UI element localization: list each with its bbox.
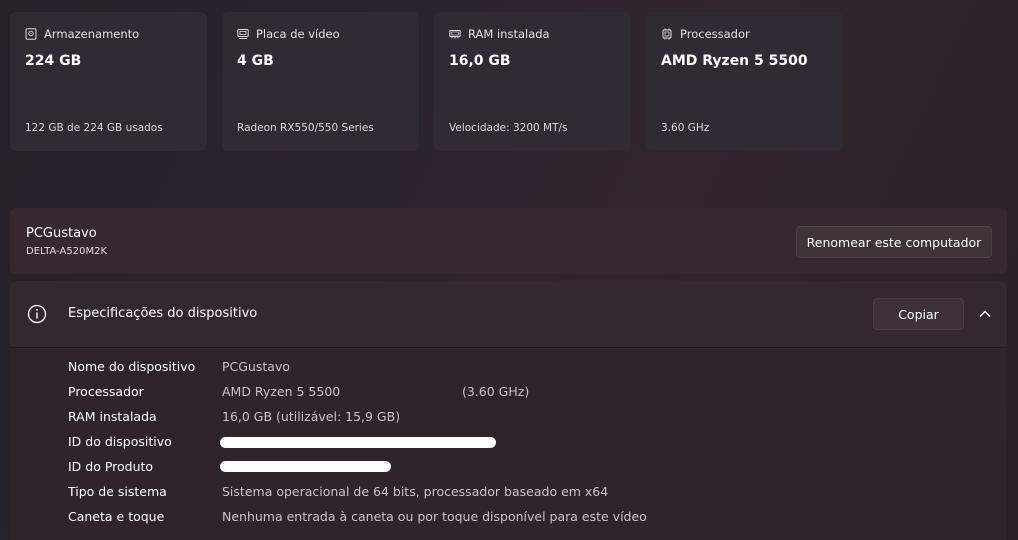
computer-name-panel: PCGustavo DELTA-A520M2K Renomear este co… bbox=[10, 208, 1007, 274]
storage-card[interactable]: Armazenamento 224 GB 122 GB de 224 GB us… bbox=[10, 12, 207, 151]
chevron-up-icon[interactable] bbox=[978, 307, 992, 321]
device-specs-header[interactable]: Especificações do dispositivo Copiar bbox=[10, 281, 1007, 347]
redacted-device-id bbox=[220, 437, 496, 448]
gpu-card-label: Placa de vídeo bbox=[256, 27, 340, 41]
spec-key: RAM instalada bbox=[68, 409, 157, 424]
cpu-card-value: AMD Ryzen 5 5500 bbox=[661, 53, 808, 69]
ram-card-label: RAM instalada bbox=[468, 27, 550, 41]
cpu-icon bbox=[662, 28, 672, 40]
spec-key: ID do dispositivo bbox=[68, 434, 172, 449]
storage-icon bbox=[25, 28, 37, 40]
spec-value: AMD Ryzen 5 5500 bbox=[222, 384, 341, 399]
rename-computer-button[interactable]: Renomear este computador bbox=[796, 226, 992, 258]
device-specs-body: Nome do dispositivo PCGustavo Processado… bbox=[10, 348, 1007, 540]
copy-button[interactable]: Copiar bbox=[873, 298, 964, 330]
ram-card-sub: Velocidade: 3200 MT/s bbox=[449, 122, 568, 134]
info-icon bbox=[27, 304, 47, 324]
cpu-card[interactable]: Processador AMD Ryzen 5 5500 3.60 GHz bbox=[646, 12, 843, 151]
gpu-card[interactable]: Placa de vídeo 4 GB Radeon RX550/550 Ser… bbox=[222, 12, 419, 151]
spec-value: PCGustavo bbox=[222, 359, 290, 374]
gpu-icon bbox=[237, 29, 249, 39]
spec-value: 16,0 GB (utilizável: 15,9 GB) bbox=[222, 409, 401, 424]
computer-name: PCGustavo bbox=[26, 226, 97, 241]
gpu-card-value: 4 GB bbox=[237, 53, 274, 69]
ram-card[interactable]: RAM instalada 16,0 GB Velocidade: 3200 M… bbox=[434, 12, 631, 151]
gpu-card-sub: Radeon RX550/550 Series bbox=[237, 122, 374, 134]
ram-icon bbox=[449, 30, 461, 39]
spec-key: Processador bbox=[68, 384, 144, 399]
redacted-product-id bbox=[220, 461, 391, 472]
spec-key: Nome do dispositivo bbox=[68, 359, 196, 374]
storage-card-sub: 122 GB de 224 GB usados bbox=[25, 122, 163, 134]
spec-key: ID do Produto bbox=[68, 459, 154, 474]
spec-value: Nenhuma entrada à caneta ou por toque di… bbox=[222, 509, 647, 524]
spec-value: Sistema operacional de 64 bits, processa… bbox=[222, 484, 609, 499]
spec-key: Caneta e toque bbox=[68, 509, 165, 524]
storage-card-value: 224 GB bbox=[25, 53, 82, 69]
spec-value-frequency: (3.60 GHz) bbox=[462, 384, 530, 399]
computer-model: DELTA-A520M2K bbox=[26, 246, 108, 257]
storage-card-label: Armazenamento bbox=[44, 27, 140, 41]
cpu-card-sub: 3.60 GHz bbox=[661, 122, 710, 134]
ram-card-value: 16,0 GB bbox=[449, 53, 511, 69]
device-specs-title: Especificações do dispositivo bbox=[68, 306, 258, 321]
spec-key: Tipo de sistema bbox=[68, 484, 167, 499]
cpu-card-label: Processador bbox=[680, 27, 750, 41]
